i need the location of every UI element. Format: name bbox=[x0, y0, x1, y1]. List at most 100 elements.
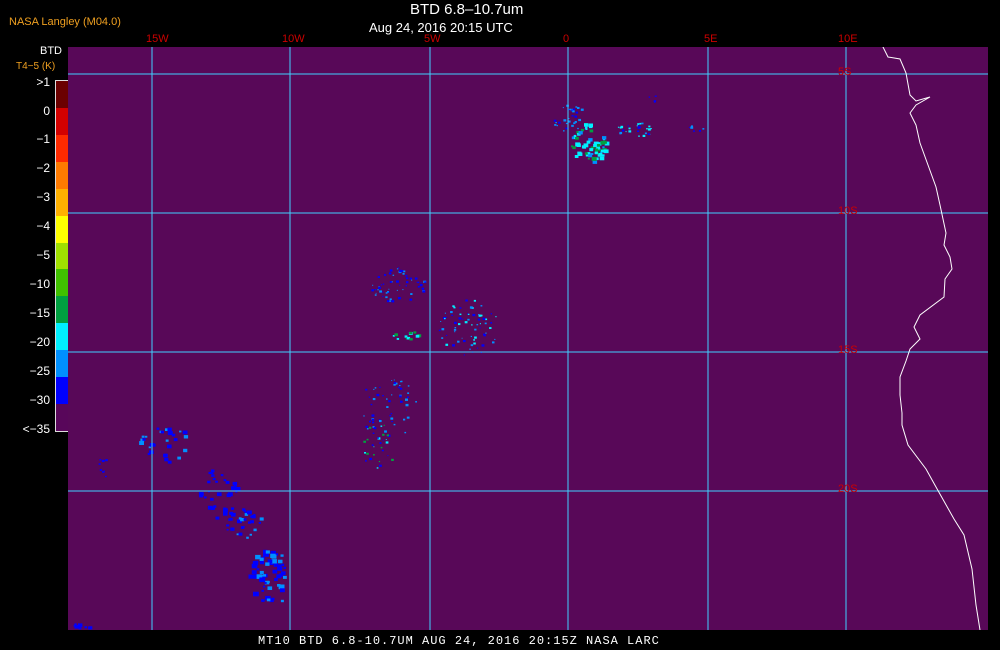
cloud-pixel bbox=[575, 136, 579, 140]
cloud-pixel bbox=[594, 151, 598, 155]
cloud-pixel bbox=[208, 471, 212, 475]
cloud-pixel bbox=[77, 623, 83, 627]
cloud-pixel bbox=[441, 337, 444, 339]
cloud-pixel bbox=[101, 459, 105, 463]
cloud-pixel bbox=[639, 122, 642, 125]
cloud-pixel bbox=[389, 269, 393, 272]
cloud-pixel bbox=[444, 317, 446, 320]
cloud-pixel bbox=[585, 126, 588, 129]
cloud-pixel bbox=[590, 153, 594, 155]
cloud-pixel bbox=[421, 287, 425, 290]
cloud-pixel bbox=[654, 101, 656, 103]
cloud-pixel bbox=[404, 431, 407, 434]
cloud-pixel bbox=[179, 430, 182, 433]
cloud-pixel bbox=[378, 286, 381, 289]
cloud-pixel bbox=[209, 507, 213, 510]
cloud-pixel bbox=[382, 439, 384, 441]
cloud-pixel bbox=[371, 414, 375, 417]
color-scale-label: −5 bbox=[36, 248, 50, 262]
cloud-pixel bbox=[156, 427, 160, 430]
cloud-pixel bbox=[240, 518, 245, 522]
cloud-pixel bbox=[393, 379, 395, 381]
cloud-pixel bbox=[580, 108, 584, 111]
image-title: BTD 6.8–10.7um bbox=[410, 1, 524, 18]
cloud-pixel bbox=[386, 434, 389, 437]
legend-title: BTD bbox=[40, 45, 62, 57]
longitude-label: 10W bbox=[282, 33, 305, 45]
cloud-pixel bbox=[263, 585, 266, 588]
lat-lon-grid bbox=[68, 47, 988, 630]
cloud-pixel bbox=[99, 459, 102, 461]
cloud-pixel bbox=[641, 122, 644, 125]
cloud-pixel bbox=[470, 335, 472, 337]
cloud-pixel bbox=[407, 392, 410, 394]
cloud-pixel bbox=[253, 514, 256, 516]
cloud-pixel bbox=[628, 127, 631, 130]
cloud-pixel bbox=[417, 281, 420, 284]
cloud-pixel bbox=[621, 129, 625, 132]
cloud-pixel bbox=[251, 570, 257, 575]
cloud-pixel bbox=[388, 400, 391, 403]
cloud-pixel bbox=[396, 280, 399, 283]
cloud-pixel bbox=[366, 428, 369, 430]
cloud-pixel bbox=[242, 525, 245, 528]
cloud-pixel bbox=[366, 438, 369, 441]
cloud-pixel bbox=[215, 480, 218, 483]
cloud-pixel bbox=[655, 95, 657, 97]
latitude-label: 5S bbox=[838, 66, 852, 78]
cloud-pixel bbox=[264, 582, 267, 584]
cloud-pixel bbox=[457, 340, 460, 343]
cloud-pixel bbox=[382, 433, 385, 436]
cloud-pixel bbox=[470, 344, 474, 347]
cloud-pixel bbox=[393, 381, 397, 384]
cloud-pixel bbox=[265, 562, 270, 566]
cloud-pixel bbox=[474, 328, 477, 331]
cloud-pixel bbox=[571, 124, 574, 127]
cloud-pixel bbox=[476, 324, 479, 326]
cloud-pixel bbox=[103, 470, 105, 472]
cloud-pixel bbox=[238, 532, 243, 536]
cloud-pixel bbox=[414, 277, 418, 280]
cloud-pixel bbox=[267, 586, 273, 590]
cloud-pixel bbox=[273, 563, 279, 567]
cloud-pixel bbox=[583, 143, 589, 148]
cloud-pixel bbox=[417, 285, 420, 288]
cloud-pixel bbox=[105, 459, 108, 462]
cloud-pixel bbox=[374, 387, 377, 389]
cloud-pixel bbox=[604, 149, 609, 154]
cloud-pixel bbox=[393, 423, 396, 426]
cloud-pixel bbox=[489, 327, 492, 329]
cloud-pixel bbox=[477, 318, 481, 321]
cloud-pixel bbox=[702, 128, 705, 130]
cloud-pixel bbox=[405, 274, 408, 277]
cloud-pixel bbox=[365, 460, 367, 462]
cloud-pixel bbox=[445, 334, 448, 336]
cloud-pixel bbox=[253, 528, 257, 532]
cloud-pixel bbox=[230, 512, 236, 517]
cloud-pixel bbox=[603, 140, 607, 144]
cloud-pixel bbox=[484, 322, 487, 325]
cloud-pixel bbox=[277, 559, 283, 564]
cloud-pixel bbox=[213, 505, 217, 508]
cloud-pixel bbox=[84, 626, 88, 629]
cloud-pixel bbox=[628, 130, 632, 133]
cloud-pixel bbox=[280, 554, 284, 557]
color-scale-label: −1 bbox=[36, 132, 50, 146]
cloud-pixel bbox=[374, 289, 377, 291]
cloud-pixel bbox=[396, 268, 399, 270]
longitude-label: 5W bbox=[424, 33, 441, 45]
cloud-pixel bbox=[597, 152, 603, 157]
cloud-pixel bbox=[416, 281, 418, 283]
cloud-pixel bbox=[379, 464, 382, 467]
cloud-pixel bbox=[246, 536, 249, 539]
cloud-pixel bbox=[141, 435, 145, 438]
cloud-pixel bbox=[469, 306, 473, 309]
cloud-pixel bbox=[480, 305, 483, 307]
color-scale-label: 0 bbox=[43, 104, 50, 118]
cloud-pixel bbox=[465, 299, 468, 302]
cloud-pixel bbox=[247, 510, 252, 515]
cloud-pixel bbox=[575, 111, 579, 114]
cloud-pixel bbox=[384, 430, 387, 433]
cloud-pixel bbox=[463, 354, 465, 356]
cloud-pixel bbox=[485, 318, 488, 321]
